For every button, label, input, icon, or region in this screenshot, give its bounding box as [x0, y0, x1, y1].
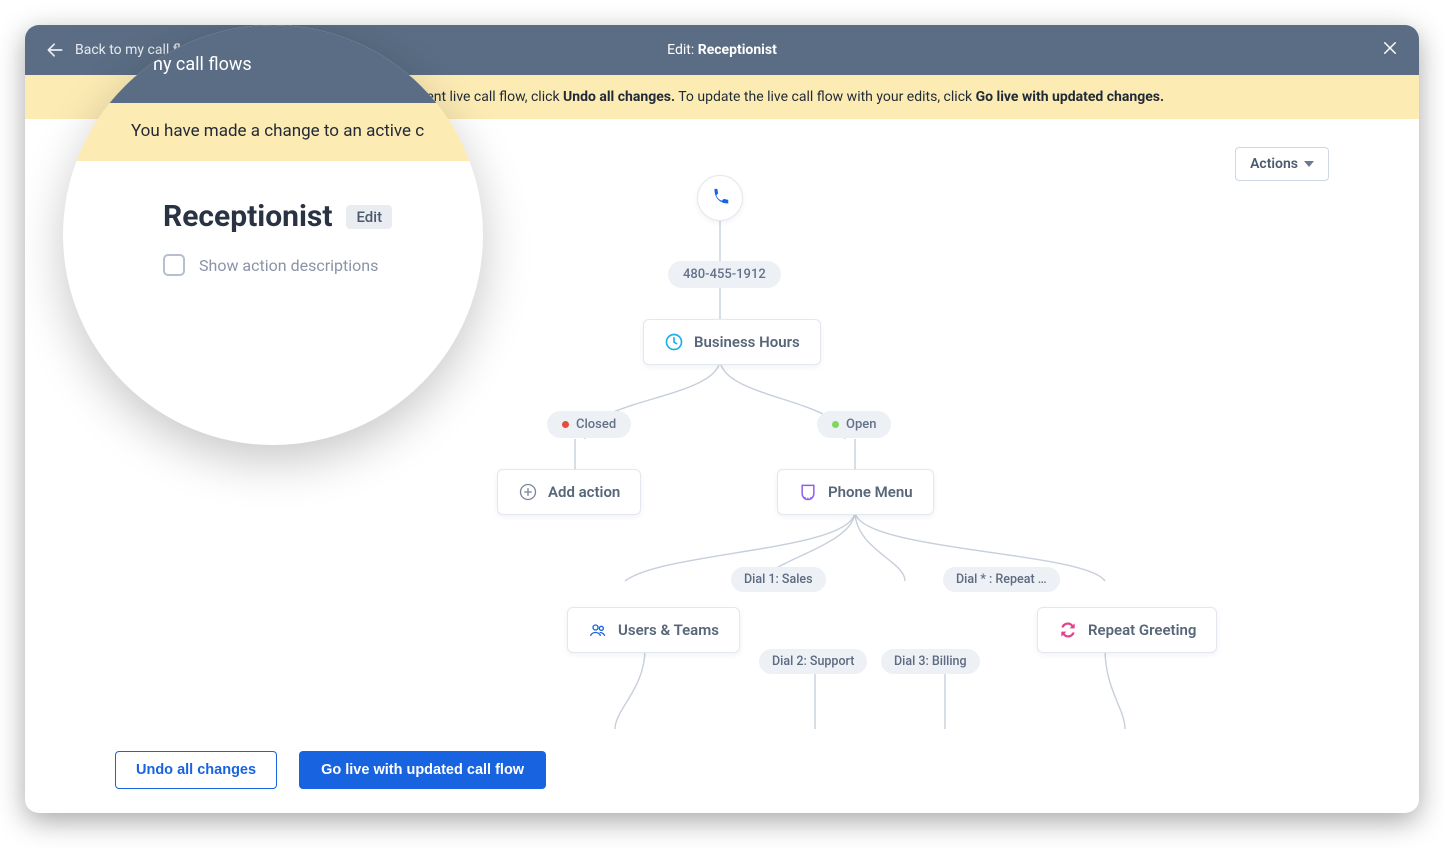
- phone-menu-icon: [798, 482, 818, 502]
- dial3-pill[interactable]: Dial 3: Billing: [881, 649, 980, 674]
- phone-number-pill[interactable]: 480-455-1912: [668, 261, 781, 288]
- closed-label: Closed: [576, 417, 616, 432]
- banner-bold-1: Undo all changes.: [563, 89, 675, 105]
- phone-menu-node[interactable]: Phone Menu: [777, 469, 934, 515]
- title-prefix: Edit:: [667, 42, 698, 58]
- open-branch-pill[interactable]: Open: [817, 411, 891, 438]
- status-dot-open-icon: [832, 421, 839, 428]
- clock-icon: [664, 332, 684, 352]
- open-label: Open: [846, 417, 876, 432]
- mag-header-text: ny call flows: [153, 54, 252, 75]
- flow-title: Receptionist: [163, 199, 332, 234]
- dial1-label: Dial 1: Sales: [744, 572, 813, 587]
- business-hours-label: Business Hours: [694, 333, 800, 351]
- add-action-label: Add action: [548, 483, 620, 501]
- dialstar-label: Dial * : Repeat …: [956, 572, 1047, 587]
- undo-all-button[interactable]: Undo all changes: [115, 751, 277, 789]
- phone-menu-label: Phone Menu: [828, 483, 913, 501]
- dialstar-pill[interactable]: Dial * : Repeat …: [943, 567, 1060, 592]
- close-button[interactable]: [1381, 39, 1399, 61]
- phone-icon: [709, 187, 731, 209]
- dial2-label: Dial 2: Support: [772, 654, 854, 669]
- go-live-button[interactable]: Go live with updated call flow: [299, 751, 546, 789]
- magnifier-overlay: ny call flows You have made a change to …: [63, 25, 483, 445]
- status-dot-closed-icon: [562, 421, 569, 428]
- users-teams-label: Users & Teams: [618, 621, 719, 639]
- repeat-greeting-label: Repeat Greeting: [1088, 621, 1196, 639]
- dial3-label: Dial 3: Billing: [894, 654, 967, 669]
- show-descriptions-checkbox[interactable]: [163, 254, 185, 276]
- closed-branch-pill[interactable]: Closed: [547, 411, 631, 438]
- repeat-icon: [1058, 620, 1078, 640]
- start-node[interactable]: [697, 175, 743, 221]
- repeat-greeting-node[interactable]: Repeat Greeting: [1037, 607, 1217, 653]
- add-action-node[interactable]: Add action: [497, 469, 641, 515]
- dial2-pill[interactable]: Dial 2: Support: [759, 649, 867, 674]
- edit-title-chip[interactable]: Edit: [346, 205, 392, 229]
- banner-bold-2: Go live with updated changes.: [976, 89, 1164, 105]
- phone-number-label: 480-455-1912: [683, 267, 766, 282]
- app-window: Back to my call flows Edit: Receptionist…: [25, 25, 1419, 813]
- plus-circle-icon: [518, 482, 538, 502]
- dial1-pill[interactable]: Dial 1: Sales: [731, 567, 826, 592]
- users-icon: [588, 620, 608, 640]
- title-name: Receptionist: [698, 42, 777, 58]
- show-descriptions-label: Show action descriptions: [199, 256, 378, 275]
- business-hours-node[interactable]: Business Hours: [643, 319, 821, 365]
- mag-body: Receptionist Edit Show action descriptio…: [63, 161, 483, 276]
- banner-text-2: To update the live call flow with your e…: [678, 89, 975, 105]
- mag-banner: You have made a change to an active c: [63, 103, 483, 161]
- arrow-left-icon: [45, 40, 65, 60]
- close-icon: [1381, 39, 1399, 57]
- users-teams-node[interactable]: Users & Teams: [567, 607, 740, 653]
- mag-banner-text: You have made a change to an active c: [131, 121, 424, 141]
- footer-bar: Undo all changes Go live with updated ca…: [25, 735, 1419, 809]
